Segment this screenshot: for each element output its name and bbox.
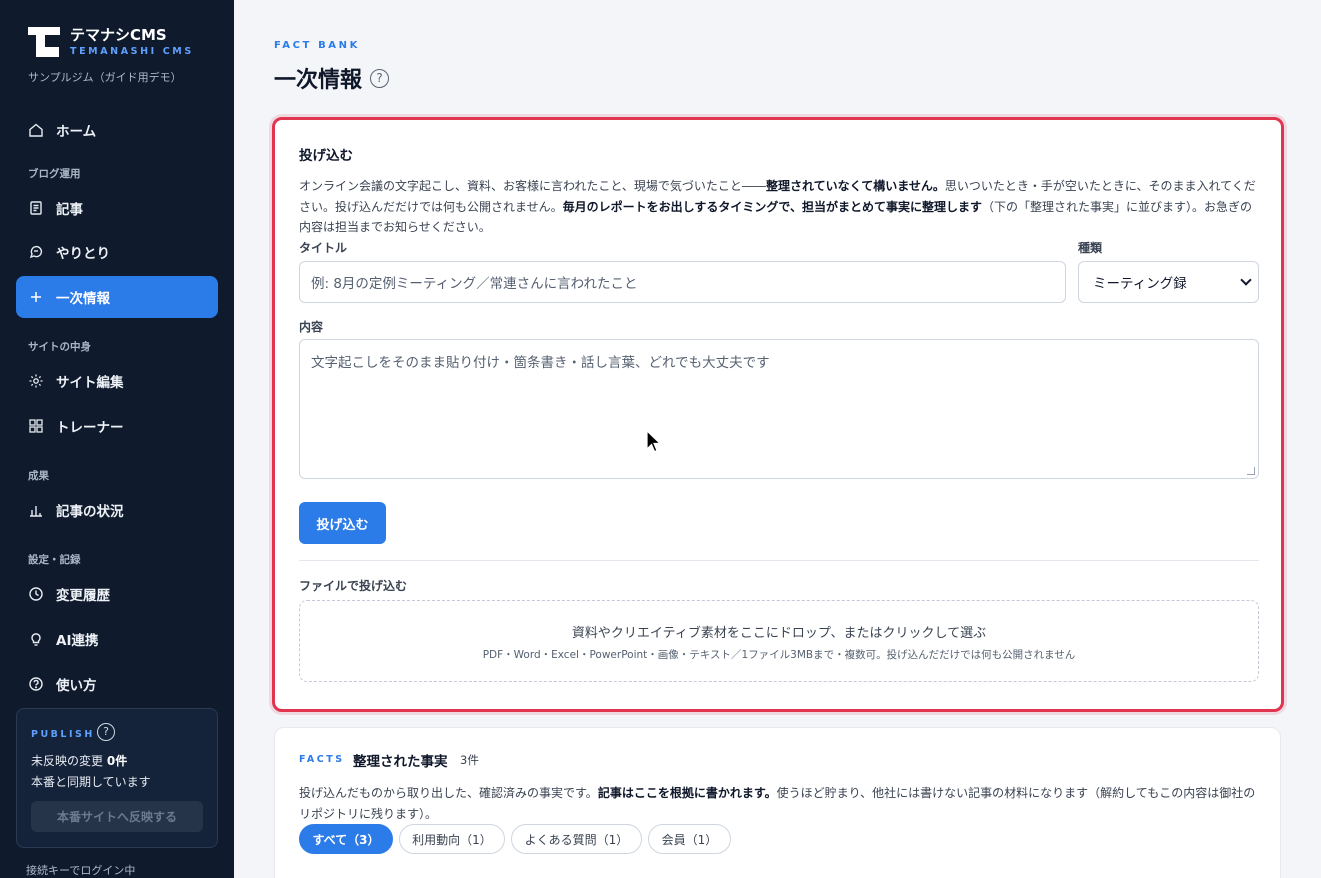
sidebar-item-label: ホーム [56,124,97,140]
sidebar-item-history[interactable]: 変更履歴 [16,573,218,615]
sidebar-item-articles[interactable]: 記事 [16,187,218,229]
help-icon [28,676,44,692]
sidebar-item-ai[interactable]: AI連携 [16,618,218,660]
document-icon [28,200,44,216]
nav-section-blog: ブログ運用 [28,168,81,180]
file-upload-label: ファイルで投げ込む [299,579,408,593]
publish-panel: PUBLISH ? 未反映の変更 0件 本番と同期しています 本番サイトへ反映す… [16,708,218,848]
brand-subtitle: TEMANASHI CMS [70,46,194,57]
divider [299,560,1259,561]
intake-description: オンライン会議の文字起こし、資料、お客様に言われたこと、現場で気づいたこと――整… [299,179,1256,234]
sidebar-item-conversations[interactable]: やりとり [16,231,218,273]
nav-section-site: サイトの中身 [28,341,91,353]
filter-chip-faq[interactable]: よくある質問（1） [511,824,642,854]
grid-icon [28,418,44,434]
dropzone-main-text: 資料やクリエイティブ素材をここにドロップ、またはクリックして選ぶ [571,626,987,641]
content-textarea[interactable]: 文字起こしをそのまま貼り付け・箇条書き・話し言葉、どれでも大丈夫です [299,339,1259,479]
content-placeholder: 文字起こしをそのまま貼り付け・箇条書き・話し言葉、どれでも大丈夫です [311,355,770,371]
intake-card: 投げ込む オンライン会議の文字起こし、資料、お客様に言われたこと、現場で気づいた… [272,117,1284,712]
login-status: 接続キーでログイン中 [26,864,136,877]
title-input[interactable]: 例: 8月の定例ミーティング／常連さんに言われたこと [299,261,1066,303]
file-dropzone[interactable]: 資料やクリエイティブ素材をここにドロップ、またはクリックして選ぶ PDF・Wor… [299,600,1259,682]
filter-chip-members[interactable]: 会員（1） [648,824,731,854]
sync-status: 本番と同期しています [31,775,151,789]
publish-heading: PUBLISH [31,729,95,740]
sidebar-item-primary-info[interactable]: 一次情報 [16,276,218,318]
pending-changes-label: 未反映の変更 [31,754,104,768]
mouse-cursor-icon [646,430,662,453]
sidebar-item-home[interactable]: ホーム [16,109,218,151]
brand-name: テマナシCMS [70,26,167,44]
sidebar-item-article-status[interactable]: 記事の状況 [16,489,218,531]
brand-logo-icon [28,27,60,57]
page-eyebrow: FACT BANK [274,40,360,51]
publish-button[interactable]: 本番サイトへ反映する [31,801,203,832]
resize-handle-icon[interactable] [1247,467,1255,475]
clock-icon [28,586,44,602]
facts-title: 整理された事実 [353,754,448,770]
org-name: サンプルジム（ガイド用デモ） [28,71,182,84]
brand[interactable]: テマナシCMS TEMANASHI CMS [28,27,194,59]
bulb-icon [28,631,44,647]
sidebar-item-label: 変更履歴 [56,588,110,604]
intake-title: 投げ込む [299,148,353,164]
content-label: 内容 [299,320,324,334]
nav-section-settings: 設定・記録 [28,554,81,566]
pending-changes-count: 0件 [106,754,128,768]
sidebar-item-label: サイト編集 [56,375,124,391]
gear-icon [28,373,44,389]
page-title: 一次情報 ? [274,62,390,94]
sidebar-item-label: 使い方 [56,678,97,694]
sidebar-item-site-edit[interactable]: サイト編集 [16,360,218,402]
help-icon[interactable]: ? [370,68,390,88]
dropzone-sub-text: PDF・Word・Excel・PowerPoint・画像・テキスト／1ファイル3… [482,649,1076,661]
sidebar-item-label: トレーナー [56,420,124,436]
chevron-down-icon [1240,274,1252,286]
chat-icon [28,244,44,260]
facts-description: 投げ込んだものから取り出した、確認済みの事実です。記事はここを根拠に書かれます。… [299,786,1256,821]
kind-select-value: ミーティング録 [1093,276,1187,292]
bar-chart-icon [28,502,44,518]
sidebar-item-label: 記事 [56,202,83,218]
sidebar-item-label: AI連携 [56,633,99,649]
pending-changes: 未反映の変更 0件 [31,752,127,769]
kind-label: 種類 [1078,241,1103,255]
home-icon [28,122,44,138]
nav-section-results: 成果 [28,470,49,482]
publish-help-icon[interactable]: ? [97,723,115,741]
filter-chip-all[interactable]: すべて（3） [299,824,393,854]
sidebar-item-label: 記事の状況 [56,504,124,520]
page-title-text: 一次情報 [274,68,363,93]
facts-eyebrow: FACTS [299,754,345,765]
filter-chip-usage[interactable]: 利用動向（1） [399,824,505,854]
sidebar-item-help[interactable]: 使い方 [16,663,218,705]
sidebar-item-label: やりとり [56,246,110,262]
sidebar-item-label: 一次情報 [56,291,110,307]
kind-select[interactable]: ミーティング録 [1078,261,1259,303]
sidebar-item-trainers[interactable]: トレーナー [16,405,218,447]
submit-button[interactable]: 投げ込む [299,502,386,544]
title-label: タイトル [299,241,348,255]
sidebar: テマナシCMS TEMANASHI CMS サンプルジム（ガイド用デモ） ホーム… [0,0,234,878]
facts-count: 3件 [460,753,479,767]
plus-icon [28,289,44,305]
facts-card: FACTS 整理された事実 3件 投げ込んだものから取り出した、確認済みの事実で… [274,727,1281,878]
